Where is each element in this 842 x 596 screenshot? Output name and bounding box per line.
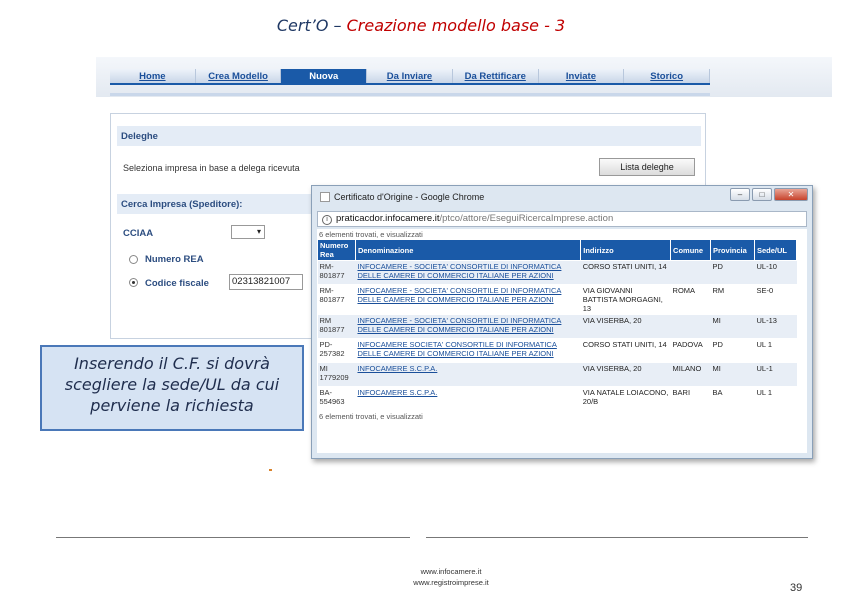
cell-rea: RM-801877 bbox=[317, 284, 356, 315]
popup-content: 6 elementi trovati, e visualizzati Numer… bbox=[317, 229, 807, 453]
cell-indirizzo: CORSO STATI UNITI, 14 bbox=[580, 338, 671, 363]
nav-storico[interactable]: Storico bbox=[624, 69, 711, 83]
deleghe-description: Seleziona impresa in base a delega ricev… bbox=[123, 163, 300, 173]
cell-rea: RM 801877 bbox=[317, 314, 356, 339]
table-row[interactable]: RM-801877 INFOCAMERE - SOCIETA' CONSORTI… bbox=[317, 284, 797, 315]
cell-provincia: RM bbox=[710, 284, 755, 315]
numero-rea-label: Numero REA bbox=[145, 254, 204, 265]
cell-indirizzo: VIA VISERBA, 20 bbox=[580, 314, 671, 339]
cell-sede: UL-13 bbox=[754, 314, 797, 339]
table-row[interactable]: MI 1779209 INFOCAMERE S.C.P.A. VIA VISER… bbox=[317, 362, 797, 387]
nav-crea-modello[interactable]: Crea Modello bbox=[196, 69, 282, 83]
col-denominazione: Denominazione bbox=[354, 239, 582, 261]
cell-denominazione-link[interactable]: INFOCAMERE - SOCIETA' CONSORTILE DI INFO… bbox=[355, 284, 581, 315]
info-icon: i bbox=[322, 215, 332, 225]
main-nav: Home Crea Modello Nuova Da Inviare Da Re… bbox=[110, 69, 711, 85]
footer-rule-left bbox=[56, 537, 410, 538]
cell-rea: PD-257382 bbox=[317, 338, 356, 363]
cell-indirizzo: VIA VISERBA, 20 bbox=[580, 362, 671, 387]
deleghe-header: Deleghe bbox=[117, 126, 701, 146]
results-count-bottom: 6 elementi trovati, e visualizzati bbox=[319, 412, 423, 421]
cell-provincia: PD bbox=[710, 260, 755, 285]
codice-fiscale-radio[interactable] bbox=[129, 278, 138, 287]
footer-url-registroimprese[interactable]: www.registroimprese.it bbox=[381, 577, 521, 588]
minimize-icon[interactable]: – bbox=[730, 188, 750, 201]
nav-divider bbox=[110, 93, 710, 96]
col-comune: Comune bbox=[670, 239, 712, 261]
cell-sede: UL 1 bbox=[754, 386, 797, 411]
slide-title: Cert’O – Creazione modello base - 3 bbox=[0, 16, 842, 35]
cciaa-label: CCIAA bbox=[123, 228, 154, 239]
url-path: /ptco/attore/EseguiRicercaImprese.action bbox=[439, 213, 614, 224]
table-row[interactable]: BA-554963 INFOCAMERE S.C.P.A. VIA NATALE… bbox=[317, 386, 797, 411]
cell-comune bbox=[670, 260, 711, 285]
slide-title-prefix: Cert’O – bbox=[276, 16, 342, 35]
decorative-mark bbox=[269, 469, 272, 471]
lista-deleghe-button[interactable]: Lista deleghe bbox=[599, 158, 695, 176]
results-table: Numero Rea Denominazione Indirizzo Comun… bbox=[317, 239, 798, 411]
cell-denominazione-link[interactable]: INFOCAMERE S.C.P.A. bbox=[355, 386, 581, 411]
popup-title: Certificato d'Origine - Google Chrome bbox=[320, 192, 484, 202]
cell-provincia: MI bbox=[710, 362, 755, 387]
page-icon bbox=[320, 192, 330, 202]
nav-nuova[interactable]: Nuova bbox=[281, 69, 368, 83]
nav-inviate[interactable]: Inviate bbox=[539, 69, 625, 83]
cell-provincia: PD bbox=[710, 338, 755, 363]
callout-box: Inserendo il C.F. si dovrà scegliere la … bbox=[40, 345, 304, 431]
cell-indirizzo: CORSO STATI UNITI, 14 bbox=[580, 260, 671, 285]
codice-fiscale-label: Codice fiscale bbox=[145, 278, 209, 289]
url-domain: praticacdor.infocamere.it bbox=[336, 213, 440, 224]
close-icon[interactable]: ✕ bbox=[774, 188, 808, 201]
maximize-icon[interactable]: □ bbox=[752, 188, 772, 201]
cell-rea: MI 1779209 bbox=[317, 362, 356, 387]
footer-url-infocamere[interactable]: www.infocamere.it bbox=[381, 566, 521, 577]
col-provincia: Provincia bbox=[710, 239, 755, 261]
cell-indirizzo: VIA GIOVANNI BATTISTA MORGAGNI, 13 bbox=[580, 284, 671, 315]
cell-provincia: MI bbox=[710, 314, 755, 339]
table-row[interactable]: PD-257382 INFOCAMERE SOCIETA' CONSORTILE… bbox=[317, 338, 797, 363]
cell-comune: ROMA bbox=[670, 284, 711, 315]
nav-home[interactable]: Home bbox=[110, 69, 196, 83]
cell-sede: UL-10 bbox=[754, 260, 797, 285]
cell-sede: UL-1 bbox=[754, 362, 797, 387]
table-row[interactable]: RM 801877 INFOCAMERE - SOCIETA' CONSORTI… bbox=[317, 314, 797, 339]
table-header-row: Numero Rea Denominazione Indirizzo Comun… bbox=[317, 239, 798, 261]
footer-rule-right bbox=[426, 537, 808, 538]
cell-rea: RM-801877 bbox=[317, 260, 356, 285]
address-bar[interactable]: i praticacdor.infocamere.it/ptco/attore/E… bbox=[317, 211, 807, 227]
page-number: 39 bbox=[790, 582, 803, 594]
cell-rea: BA-554963 bbox=[317, 386, 356, 411]
cell-denominazione-link[interactable]: INFOCAMERE SOCIETA' CONSORTILE DI INFORM… bbox=[355, 338, 581, 363]
cell-comune: PADOVA bbox=[670, 338, 711, 363]
cell-denominazione-link[interactable]: INFOCAMERE - SOCIETA' CONSORTILE DI INFO… bbox=[355, 260, 581, 285]
cell-provincia: BA bbox=[710, 386, 755, 411]
col-numero-rea: Numero Rea bbox=[317, 239, 356, 261]
codice-fiscale-input[interactable]: 02313821007 bbox=[229, 274, 303, 290]
cell-denominazione-link[interactable]: INFOCAMERE - SOCIETA' CONSORTILE DI INFO… bbox=[355, 314, 581, 339]
cell-indirizzo: VIA NATALE LOIACONO, 20/B bbox=[580, 386, 671, 411]
cell-denominazione-link[interactable]: INFOCAMERE S.C.P.A. bbox=[355, 362, 581, 387]
nav-da-rettificare[interactable]: Da Rettificare bbox=[453, 69, 539, 83]
col-indirizzo: Indirizzo bbox=[580, 239, 672, 261]
popup-title-text: Certificato d'Origine - Google Chrome bbox=[334, 192, 485, 202]
table-row[interactable]: RM-801877 INFOCAMERE - SOCIETA' CONSORTI… bbox=[317, 260, 797, 285]
cciaa-select[interactable]: ▾ bbox=[231, 225, 265, 239]
nav-da-inviare[interactable]: Da Inviare bbox=[367, 69, 453, 83]
cell-sede: SE-0 bbox=[754, 284, 797, 315]
results-count-top: 6 elementi trovati, e visualizzati bbox=[319, 230, 423, 239]
cell-comune bbox=[670, 314, 711, 339]
numero-rea-radio[interactable] bbox=[129, 255, 138, 264]
cell-comune: BARI bbox=[670, 386, 711, 411]
cell-sede: UL 1 bbox=[754, 338, 797, 363]
search-results-popup: Certificato d'Origine - Google Chrome – … bbox=[311, 185, 813, 459]
nav-strip: Home Crea Modello Nuova Da Inviare Da Re… bbox=[96, 57, 832, 97]
footer-urls: www.infocamere.it www.registroimprese.it bbox=[381, 566, 521, 588]
slide-title-main: Creazione modello base - 3 bbox=[346, 16, 566, 35]
col-sede-ul: Sede/UL bbox=[753, 239, 798, 261]
window-controls: – □ ✕ bbox=[730, 188, 808, 201]
cell-comune: MILANO bbox=[670, 362, 711, 387]
